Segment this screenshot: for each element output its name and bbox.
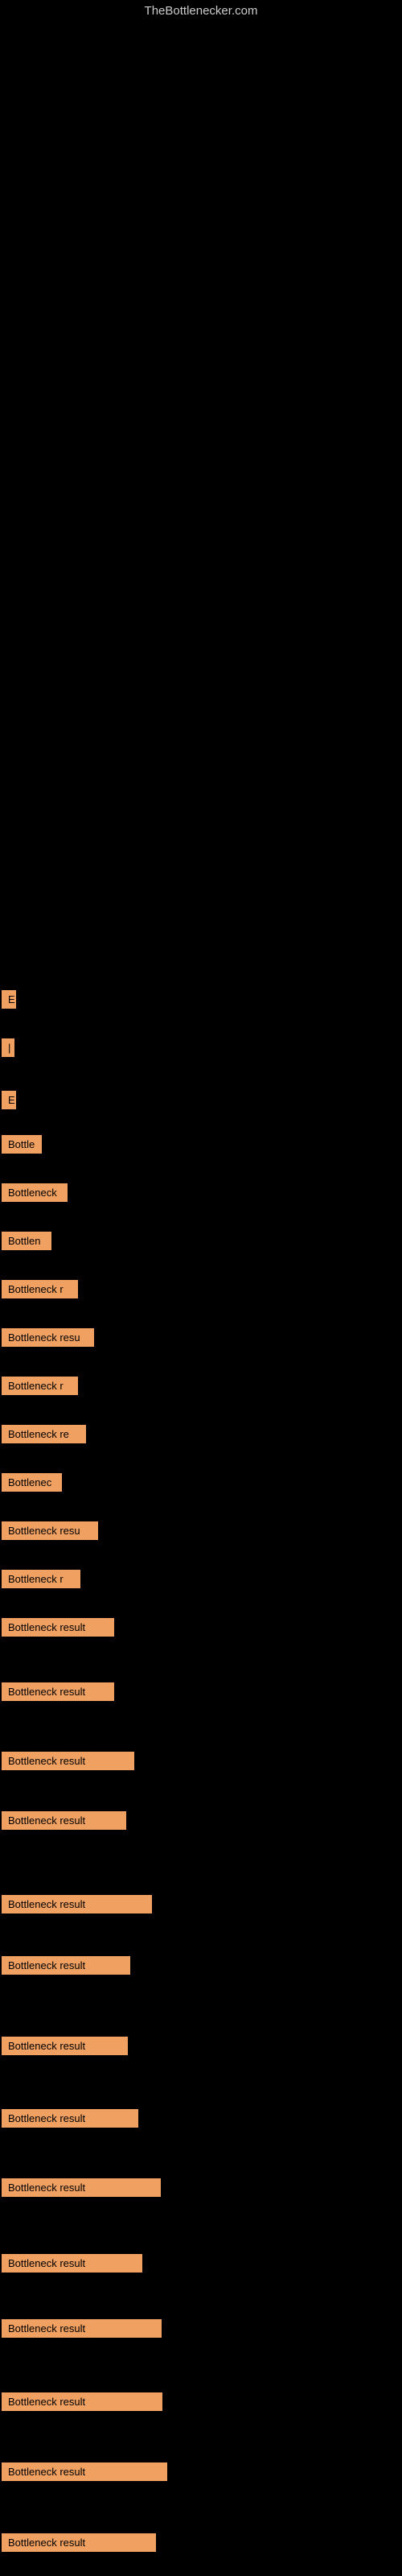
bottleneck-row: Bottle [2, 1135, 42, 1158]
bottleneck-row: Bottleneck result [2, 2037, 128, 2059]
bottleneck-row: Bottleneck [2, 1183, 68, 1206]
bottleneck-label[interactable]: Bottleneck [2, 1183, 68, 1202]
bottleneck-row: Bottleneck result [2, 1682, 114, 1705]
bottleneck-label[interactable]: | [2, 1038, 14, 1057]
bottleneck-label[interactable]: Bottleneck r [2, 1280, 78, 1298]
bottleneck-label[interactable]: Bottlen [2, 1232, 51, 1250]
bottleneck-label[interactable]: Bottleneck result [2, 1682, 114, 1701]
bottleneck-row: Bottleneck result [2, 2533, 156, 2556]
bottleneck-row: Bottleneck result [2, 2319, 162, 2342]
bottleneck-row: Bottleneck r [2, 1280, 78, 1302]
bottleneck-row: Bottleneck result [2, 1811, 126, 1834]
bottleneck-row: E [2, 1091, 16, 1113]
bottleneck-row: Bottleneck result [2, 2109, 138, 2132]
bottleneck-row: Bottleneck r [2, 1377, 78, 1399]
bottleneck-row: Bottlen [2, 1232, 51, 1254]
bottleneck-row: Bottleneck result [2, 2392, 162, 2415]
bottleneck-label[interactable]: Bottleneck result [2, 2037, 128, 2055]
bottleneck-row: Bottleneck resu [2, 1521, 98, 1544]
bottleneck-label[interactable]: Bottleneck result [2, 1752, 134, 1770]
bottleneck-row: Bottleneck r [2, 1570, 80, 1592]
bottleneck-row: Bottleneck result [2, 1895, 152, 1918]
bottleneck-label[interactable]: Bottleneck result [2, 1895, 152, 1913]
bottleneck-label[interactable]: Bottleneck result [2, 2109, 138, 2128]
bottleneck-label[interactable]: Bottleneck re [2, 1425, 86, 1443]
site-title: TheBottlenecker.com [145, 4, 258, 18]
bottleneck-label[interactable]: E [2, 990, 16, 1009]
bottleneck-label[interactable]: Bottlenec [2, 1473, 62, 1492]
bottleneck-label[interactable]: Bottle [2, 1135, 42, 1154]
bottleneck-label[interactable]: Bottleneck r [2, 1570, 80, 1588]
bottleneck-label[interactable]: Bottleneck result [2, 1618, 114, 1637]
bottleneck-label[interactable]: Bottleneck result [2, 1956, 130, 1975]
bottleneck-row: Bottleneck resu [2, 1328, 94, 1351]
bottleneck-label[interactable]: Bottleneck result [2, 2392, 162, 2411]
bottleneck-row: | [2, 1038, 14, 1061]
bottleneck-row: E [2, 990, 16, 1013]
bottleneck-label[interactable]: Bottleneck r [2, 1377, 78, 1395]
bottleneck-row: Bottleneck re [2, 1425, 86, 1447]
bottleneck-label[interactable]: Bottleneck result [2, 2533, 156, 2552]
bottleneck-label[interactable]: Bottleneck result [2, 2178, 161, 2197]
bottleneck-row: Bottleneck result [2, 1752, 134, 1774]
bottleneck-row: Bottleneck result [2, 2254, 142, 2277]
bottleneck-label[interactable]: Bottleneck result [2, 2254, 142, 2273]
bottleneck-label[interactable]: Bottleneck result [2, 2462, 167, 2481]
bottleneck-row: Bottleneck result [2, 1618, 114, 1641]
bottleneck-row: Bottleneck result [2, 1956, 130, 1979]
bottleneck-label[interactable]: Bottleneck result [2, 1811, 126, 1830]
bottleneck-label[interactable]: Bottleneck result [2, 2319, 162, 2338]
site-title-container: TheBottlenecker.com [0, 4, 402, 19]
bottleneck-label[interactable]: Bottleneck resu [2, 1328, 94, 1347]
bottleneck-label[interactable]: Bottleneck resu [2, 1521, 98, 1540]
bottleneck-row: Bottleneck result [2, 2178, 161, 2201]
bottleneck-label[interactable]: E [2, 1091, 16, 1109]
bottleneck-row: Bottlenec [2, 1473, 62, 1496]
bottleneck-row: Bottleneck result [2, 2462, 167, 2485]
